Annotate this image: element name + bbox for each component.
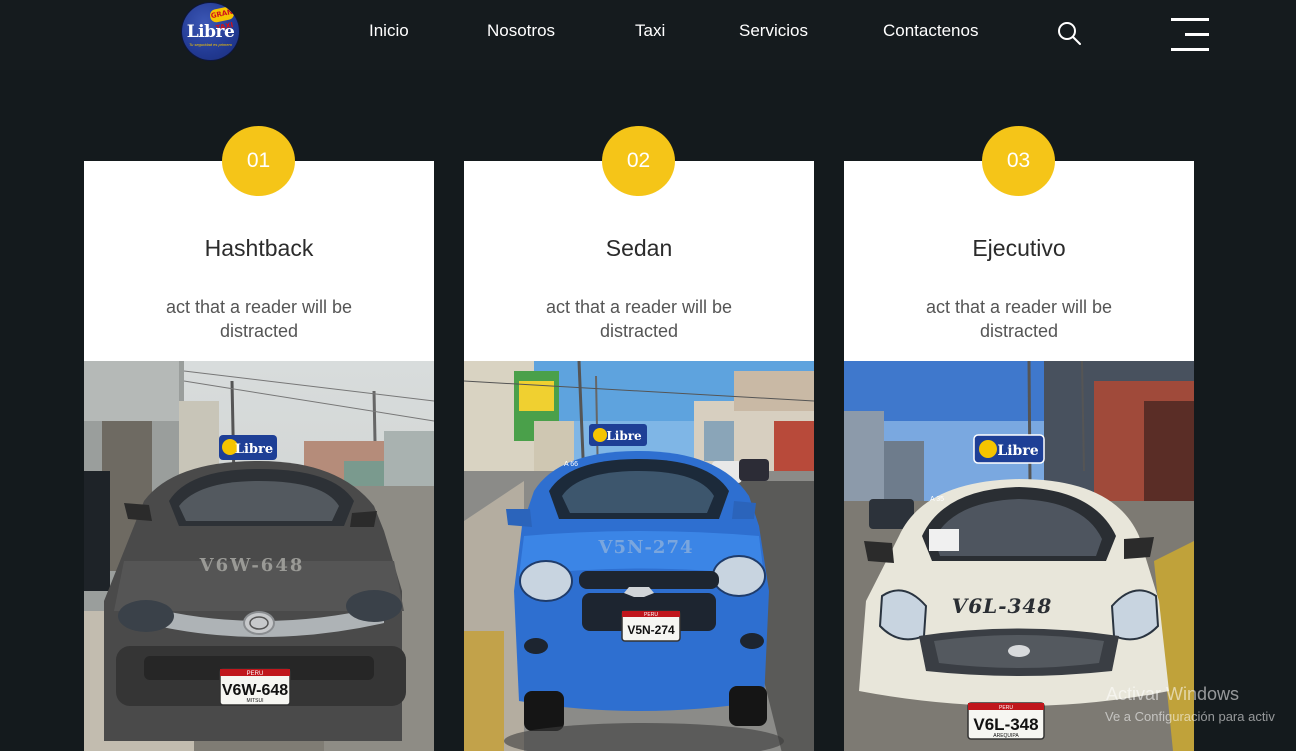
roof-sign-text: Libre: [606, 429, 642, 443]
unit-number: A 66: [564, 461, 578, 468]
nav-link-inicio[interactable]: Inicio: [369, 21, 409, 40]
taxi-card-hashtback[interactable]: 01 Hashtback act that a reader will be d…: [84, 126, 434, 751]
card-title: Hashtback: [204, 235, 314, 261]
hood-plate-text: V5N-274: [598, 537, 694, 558]
unit-number: A 35: [930, 496, 944, 503]
nav-link-taxi[interactable]: Taxi: [635, 21, 665, 40]
nav-item-servicios[interactable]: Servicios: [739, 20, 808, 44]
logo-tagline: Tu seguridad es primero: [188, 42, 233, 47]
logo-wordmark: Libre: [186, 22, 235, 42]
taxi-card-ejecutivo[interactable]: 03 Ejecutivo act that a reader will be d…: [844, 126, 1194, 751]
car-photo-hashtback: Libre V6W-648 PERU V6W-648 MITSUI: [84, 361, 434, 751]
license-plate: V5N-274: [627, 623, 675, 637]
nav-item-inicio[interactable]: Inicio: [369, 20, 409, 44]
site-header: GRAN TAXI Libre Tu seguridad es primero …: [0, 0, 1296, 70]
windows-activation-title: Activar Windows: [1106, 684, 1240, 704]
nav-item-contactenos[interactable]: Contactenos: [883, 20, 978, 44]
plate-country: PERU: [247, 671, 264, 677]
logo-badge: GRAN TAXI: [208, 5, 236, 32]
roof-sign-text: Libre: [997, 443, 1038, 459]
plate-country: PERU: [644, 612, 658, 618]
plate-city: AREQUIPA: [993, 733, 1019, 739]
card-description: act that a reader will be distracted: [545, 297, 733, 341]
license-plate: V6W-648: [222, 682, 288, 699]
taxi-card-sedan[interactable]: 02 Sedan act that a reader will be distr…: [464, 126, 814, 751]
windows-activation-subtitle: Ve a Configuración para activ: [1105, 709, 1275, 724]
license-plate: V6L-348: [973, 715, 1038, 734]
hamburger-menu-icon[interactable]: [1171, 18, 1209, 51]
nav-link-contactenos[interactable]: Contactenos: [883, 21, 978, 40]
hood-plate-text: V6W-648: [199, 555, 305, 576]
car-photo-sedan: Libre A 66 V5N-274 PERU V5N-274: [464, 361, 814, 751]
card-number-badge: 03: [982, 126, 1055, 196]
card-number-badge: 01: [222, 126, 295, 196]
plate-dealer: MITSUI: [247, 698, 264, 704]
card-title: Sedan: [605, 235, 673, 261]
nav-item-nosotros[interactable]: Nosotros: [487, 20, 555, 44]
card-description: act that a reader will be distracted: [165, 297, 353, 341]
hood-plate-text: V6L-348: [952, 594, 1053, 618]
plate-country: PERU: [999, 705, 1013, 711]
nav-item-taxi[interactable]: Taxi: [635, 20, 665, 44]
search-icon[interactable]: [1057, 21, 1081, 45]
nav-link-nosotros[interactable]: Nosotros: [487, 21, 555, 40]
brand-logo[interactable]: GRAN TAXI Libre Tu seguridad es primero: [182, 3, 239, 60]
roof-sign-text: Libre: [235, 442, 273, 457]
card-description: act that a reader will be distracted: [925, 297, 1113, 341]
page: GRAN TAXI Libre Tu seguridad es primero …: [0, 0, 1296, 751]
card-number-badge: 02: [602, 126, 675, 196]
nav-link-servicios[interactable]: Servicios: [739, 21, 808, 40]
card-title: Ejecutivo: [972, 235, 1066, 261]
